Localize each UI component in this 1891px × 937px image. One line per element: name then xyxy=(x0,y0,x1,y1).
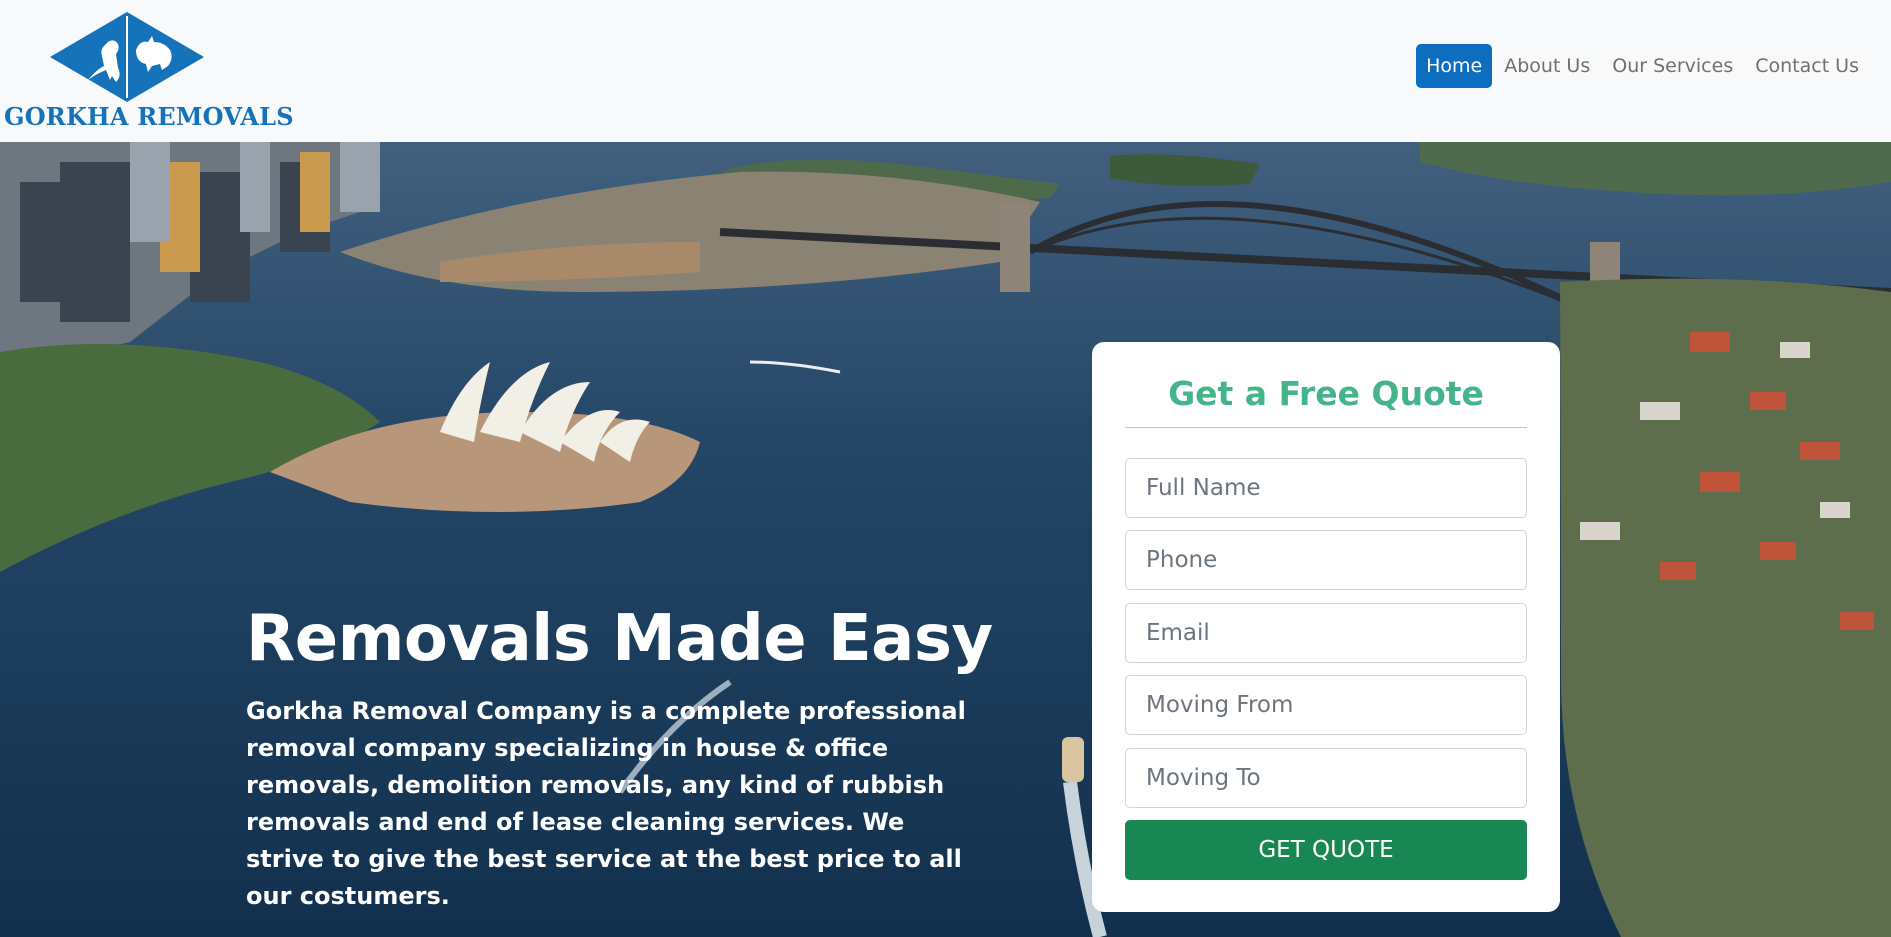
get-quote-button[interactable]: GET QUOTE xyxy=(1125,820,1527,880)
hero-section: Removals Made Easy Gorkha Removal Compan… xyxy=(0,142,1891,937)
quote-form-title: Get a Free Quote xyxy=(1168,374,1484,413)
full-name-input[interactable] xyxy=(1125,458,1527,518)
email-input[interactable] xyxy=(1125,603,1527,663)
nav-about-us[interactable]: About Us xyxy=(1494,44,1600,88)
hero-description: Gorkha Removal Company is a complete pro… xyxy=(246,697,966,910)
kangaroo-rhino-logo-icon xyxy=(50,12,204,102)
quote-form-card: Get a Free Quote GET QUOTE xyxy=(1092,342,1560,912)
navbar: GORKHA REMOVALS Home About Us Our Servic… xyxy=(0,0,1891,142)
moving-to-input[interactable] xyxy=(1125,748,1527,808)
brand-name: GORKHA REMOVALS xyxy=(4,102,294,131)
moving-from-input[interactable] xyxy=(1125,675,1527,735)
quote-form-divider xyxy=(1125,427,1527,428)
nav-our-services[interactable]: Our Services xyxy=(1602,44,1743,88)
hero-title: Removals Made Easy xyxy=(246,602,993,676)
nav-contact-us[interactable]: Contact Us xyxy=(1745,44,1869,88)
phone-input[interactable] xyxy=(1125,530,1527,590)
brand-logo[interactable]: GORKHA REMOVALS xyxy=(4,12,294,131)
nav-home[interactable]: Home xyxy=(1416,44,1493,88)
main-nav: Home About Us Our Services Contact Us xyxy=(1416,44,1869,88)
